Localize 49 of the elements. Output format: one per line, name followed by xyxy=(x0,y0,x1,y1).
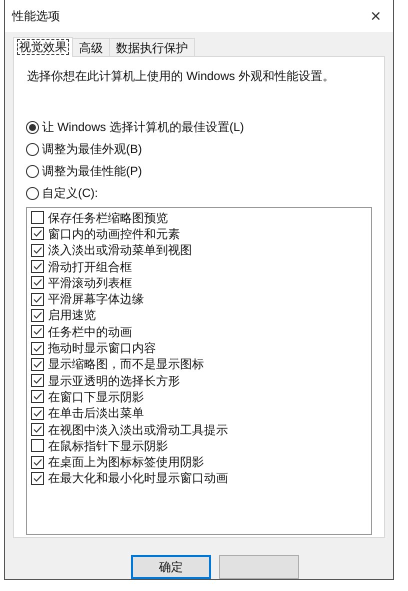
tab[interactable]: 视觉效果 xyxy=(13,36,73,56)
description-text: 选择你想在此计算机上使用的 Windows 外观和性能设置。 xyxy=(27,68,336,84)
checkbox[interactable] xyxy=(31,308,44,322)
setting-checkbox[interactable]: 滑动打开组合框 xyxy=(31,258,371,275)
checkbox[interactable] xyxy=(31,292,44,306)
radio-option[interactable]: 自定义(C): xyxy=(26,184,372,202)
checkbox[interactable] xyxy=(31,374,44,388)
radio-button[interactable] xyxy=(26,120,39,134)
checkbox[interactable] xyxy=(31,260,44,274)
setting-checkbox[interactable]: 在窗口下显示阴影 xyxy=(31,388,371,406)
window-title: 性能选项 xyxy=(12,8,60,25)
radio-option[interactable]: 调整为最佳性能(P) xyxy=(26,162,372,180)
checkbox[interactable] xyxy=(31,342,44,355)
setting-checkbox[interactable]: 在鼠标指针下显示阴影 xyxy=(31,438,371,454)
setting-checkbox[interactable]: 启用速览 xyxy=(31,307,371,324)
checkbox[interactable] xyxy=(31,390,44,404)
setting-checkbox[interactable]: 任务栏中的动画 xyxy=(31,324,371,340)
checkbox[interactable] xyxy=(31,358,44,371)
checkbox[interactable] xyxy=(31,244,44,257)
radio-button[interactable] xyxy=(26,186,39,200)
setting-checkbox[interactable]: 在单击后淡出菜单 xyxy=(31,405,371,422)
checkbox[interactable] xyxy=(31,472,44,485)
setting-checkbox[interactable]: 平滑屏幕字体边缘 xyxy=(31,290,371,308)
setting-checkbox[interactable]: 显示缩略图，而不是显示图标 xyxy=(31,356,371,372)
radio-option[interactable]: 调整为最佳外观(B) xyxy=(26,140,372,158)
close-button[interactable]: × xyxy=(366,6,385,25)
setting-checkbox[interactable]: 显示亚透明的选择长方形 xyxy=(31,372,371,389)
checkbox[interactable] xyxy=(31,456,44,469)
ok-button[interactable]: 确定 xyxy=(131,555,211,579)
radio-button[interactable] xyxy=(26,164,39,178)
setting-checkbox[interactable]: 平滑滚动列表框 xyxy=(31,274,371,291)
checkbox[interactable] xyxy=(31,276,44,290)
checkbox[interactable] xyxy=(31,325,44,338)
checkbox[interactable] xyxy=(31,439,44,452)
radio-option[interactable]: 让 Windows 选择计算机的最佳设置(L) xyxy=(26,118,372,136)
setting-checkbox[interactable]: 在桌面上为图标标签使用阴影 xyxy=(31,454,371,470)
setting-checkbox[interactable]: 拖动时显示窗口内容 xyxy=(31,340,371,356)
radio-button[interactable] xyxy=(26,142,39,156)
setting-checkbox[interactable]: 保存任务栏缩略图预览 xyxy=(31,210,371,226)
setting-checkbox[interactable]: 窗口内的动画控件和元素 xyxy=(31,226,371,242)
setting-checkbox[interactable]: 淡入淡出或滑动菜单到视图 xyxy=(31,242,371,258)
setting-checkbox[interactable]: 在视图中淡入淡出或滑动工具提示 xyxy=(31,421,371,438)
setting-checkbox[interactable]: 在最大化和最小化时显示窗口动画 xyxy=(31,470,371,487)
tab[interactable]: 数据执行保护 xyxy=(110,38,195,56)
checkbox[interactable] xyxy=(31,423,44,436)
tab[interactable]: 高级 xyxy=(73,38,110,56)
checkbox[interactable] xyxy=(31,406,44,420)
checkbox[interactable] xyxy=(31,211,44,224)
checkbox[interactable] xyxy=(31,227,44,240)
